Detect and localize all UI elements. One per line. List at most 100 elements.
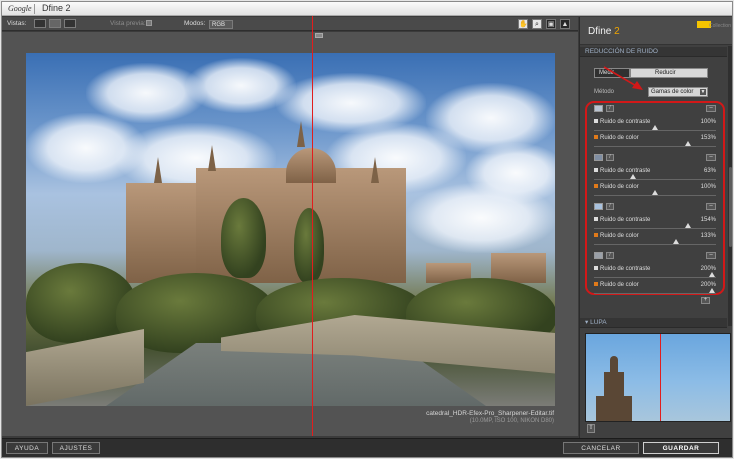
split-handle[interactable] — [315, 33, 323, 38]
contrast-noise-label: Ruido de contraste — [594, 119, 650, 125]
modos-label: Modos: — [184, 20, 206, 27]
eyedropper-icon[interactable]: / — [606, 105, 614, 112]
color-noise-slider-thumb[interactable] — [672, 239, 679, 244]
background-toggle-icon[interactable]: ▲ — [560, 19, 570, 29]
eyedropper-icon[interactable]: / — [606, 203, 614, 210]
contrast-icon — [594, 266, 598, 271]
contrast-icon — [594, 119, 598, 124]
view-toolbar: Vistas: Vista previa: Modos: RGB ✋ ⌕ ▣ ▲ — [2, 17, 578, 31]
color-noise-slider[interactable] — [594, 244, 716, 245]
contrast-noise-value: 154% — [700, 217, 716, 223]
color-noise-value: 100% — [700, 184, 716, 190]
split-view-button[interactable] — [49, 19, 61, 28]
collapse-icon[interactable]: – — [706, 252, 716, 259]
color-noise-label: Ruido de color — [594, 184, 639, 190]
contrast-noise-slider-thumb[interactable] — [630, 174, 637, 179]
color-range-group: / – Ruido de contraste 200% Ruido de color 20… — [594, 252, 716, 300]
fit-view-icon[interactable]: ▣ — [546, 19, 556, 29]
contrast-noise-value: 100% — [700, 119, 716, 125]
brand-logo: Google — [8, 4, 32, 13]
vistas-label: Vistas: — [7, 20, 27, 27]
preview-photo[interactable] — [26, 53, 555, 406]
single-view-button[interactable] — [34, 19, 46, 28]
color-range-group: / – Ruido de contraste 63% Ruido de color 100… — [594, 154, 716, 202]
vista-previa-label: Vista previa: — [110, 20, 146, 27]
title-bar: Google Dfine 2 — [2, 2, 732, 16]
contrast-noise-value: 63% — [703, 168, 716, 174]
preview-checkbox[interactable] — [146, 20, 152, 26]
title-separator — [34, 4, 35, 14]
color-noise-value: 153% — [700, 135, 716, 141]
cathedral-west-wing — [126, 183, 201, 283]
color-icon — [594, 233, 598, 238]
photo-filename: catedral_HDR-Efex-Pro_Sharpener-Editar.t… — [426, 410, 554, 417]
color-range-group: / – Ruido de contraste 100% Ruido de color 15… — [594, 105, 716, 153]
color-icon — [594, 135, 598, 140]
contrast-noise-slider[interactable] — [594, 179, 716, 180]
annotation-arrow — [603, 66, 643, 90]
app-window: Google Dfine 2 Vistas: Vista previa: Mod… — [1, 1, 733, 458]
loupe-split-line — [660, 334, 661, 421]
eyedropper-icon[interactable]: / — [606, 154, 614, 161]
contrast-noise-slider-thumb[interactable] — [652, 125, 658, 130]
contrast-noise-label: Ruido de contraste — [594, 217, 650, 223]
color-swatch[interactable] — [594, 154, 603, 161]
collapse-icon[interactable]: – — [706, 203, 716, 210]
color-noise-label: Ruido de color — [594, 282, 639, 288]
color-noise-value: 133% — [700, 233, 716, 239]
image-canvas[interactable]: catedral_HDR-Efex-Pro_Sharpener-Editar.t… — [2, 32, 578, 436]
contrast-noise-slider-thumb[interactable] — [709, 272, 716, 277]
collapse-icon[interactable]: – — [706, 154, 716, 161]
split-divider[interactable] — [312, 16, 313, 436]
cloud — [466, 143, 555, 203]
eyedropper-icon[interactable]: / — [606, 252, 614, 259]
contrast-noise-label: Ruido de contraste — [594, 266, 650, 272]
color-icon — [594, 282, 598, 287]
contrast-noise-slider[interactable] — [594, 228, 716, 229]
contrast-noise-label: Ruido de contraste — [594, 168, 650, 174]
color-noise-slider-thumb[interactable] — [684, 141, 691, 146]
loupe-roof — [596, 396, 632, 421]
color-swatch[interactable] — [594, 203, 603, 210]
color-noise-label: Ruido de color — [594, 233, 639, 239]
add-color-range-button[interactable]: + — [701, 297, 710, 304]
zoom-tool-icon[interactable]: ⌕ — [532, 19, 542, 29]
collapse-icon[interactable]: – — [706, 105, 716, 112]
control-panel: Dfine 2 Collection REDUCCIÓN DE RUIDO Me… — [579, 17, 732, 438]
contrast-icon — [594, 168, 598, 173]
color-range-group: / – Ruido de contraste 154% Ruido de color 13… — [594, 203, 716, 251]
tower-spire — [208, 145, 216, 171]
color-noise-slider[interactable] — [594, 146, 716, 147]
loupe-section-header[interactable]: ▾ LUPA — [580, 318, 727, 328]
save-button[interactable]: GUARDAR — [643, 442, 719, 454]
cancel-button[interactable]: CANCELAR — [563, 442, 639, 454]
hand-tool-icon[interactable]: ✋ — [518, 19, 528, 29]
bottom-bar: AYUDA AJUSTES CANCELAR GUARDAR — [2, 438, 732, 457]
settings-button[interactable]: AJUSTES — [52, 442, 100, 454]
contrast-noise-slider[interactable] — [594, 130, 716, 131]
side-by-side-view-button[interactable] — [64, 19, 76, 28]
contrast-noise-slider-thumb[interactable] — [684, 223, 691, 228]
cypress-tree — [221, 198, 266, 278]
photo-info: (10.0MP, ISO 100, NIKON D80) — [469, 418, 554, 424]
pin-loupe-icon[interactable]: ⇧ — [587, 424, 595, 433]
tower-spire — [297, 121, 305, 147]
mode-select[interactable]: RGB — [209, 20, 233, 29]
color-icon — [594, 184, 598, 189]
color-noise-slider[interactable] — [594, 293, 716, 294]
contrast-icon — [594, 217, 598, 222]
color-noise-slider-thumb[interactable] — [709, 288, 716, 293]
contrast-noise-slider[interactable] — [594, 277, 716, 278]
color-noise-slider-thumb[interactable] — [652, 190, 658, 195]
color-swatch[interactable] — [594, 252, 603, 259]
loupe-preview[interactable] — [585, 333, 731, 422]
color-noise-label: Ruido de color — [594, 135, 639, 141]
help-button[interactable]: AYUDA — [6, 442, 48, 454]
color-noise-slider[interactable] — [594, 195, 716, 196]
tower-spire — [371, 157, 379, 183]
panel-scrollbar-thumb[interactable] — [729, 167, 732, 247]
color-swatch[interactable] — [594, 105, 603, 112]
loupe-tower-top — [610, 356, 618, 374]
tower-spire — [154, 157, 162, 183]
cypress-tree — [294, 208, 324, 283]
